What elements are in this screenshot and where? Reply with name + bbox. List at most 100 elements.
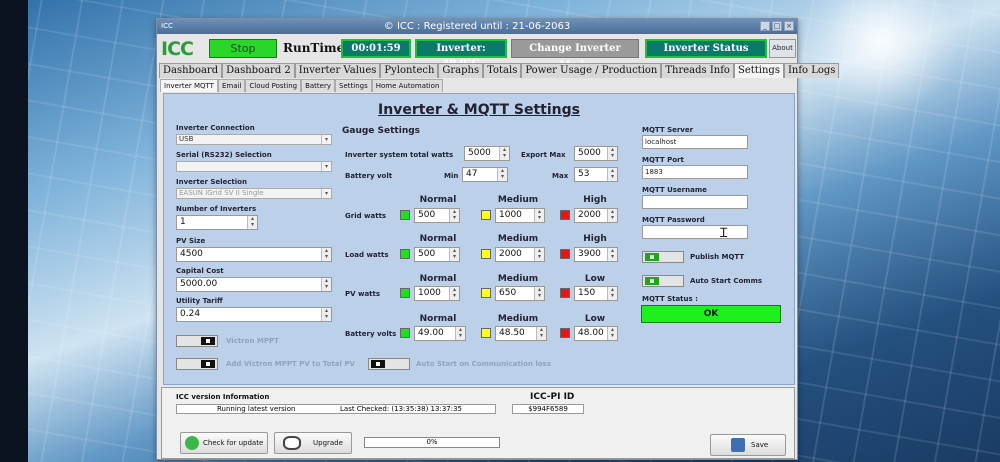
serial-label: Serial (RS232) Selection: [176, 151, 272, 159]
mqtt-password-input[interactable]: [642, 225, 748, 239]
inverter-connection-select[interactable]: USB ▾: [176, 134, 332, 145]
spinner-arrows-icon[interactable]: ▴ ▾: [499, 147, 509, 160]
high-color-swatch[interactable]: [560, 210, 570, 220]
spinner-arrows-icon[interactable]: ▴ ▾: [449, 209, 459, 222]
spinner-arrows-icon[interactable]: ▴ ▾: [534, 209, 544, 222]
medium-color-swatch[interactable]: [481, 328, 491, 338]
maximize-button[interactable]: □: [772, 21, 782, 31]
subtab-home-automation[interactable]: Home Automation: [371, 79, 444, 92]
mqtt-port-input[interactable]: 1883: [642, 165, 748, 179]
upgrade-button[interactable]: Upgrade: [274, 432, 352, 454]
tab-pylontech[interactable]: Pylontech: [380, 63, 439, 78]
tab-settings[interactable]: Settings: [733, 63, 784, 78]
spinner-arrows-icon[interactable]: ▴ ▾: [321, 308, 331, 321]
minimize-button[interactable]: _: [760, 21, 770, 31]
pv-normal-spinner[interactable]: 1000 ▴ ▾: [414, 286, 460, 301]
medium-color-swatch[interactable]: [481, 249, 491, 259]
load-normal-spinner[interactable]: 500 ▴ ▾: [414, 247, 460, 262]
battery-normal-spinner[interactable]: 49.00 ▴ ▾: [414, 326, 466, 341]
inverter-selection-select[interactable]: EASUN IGrid SV II Single ▾: [176, 188, 332, 199]
grid-medium-spinner[interactable]: 1000 ▴ ▾: [495, 208, 545, 223]
spinner-arrows-icon[interactable]: ▴ ▾: [536, 327, 546, 340]
normal-color-swatch[interactable]: [400, 328, 410, 338]
publish-mqtt-toggle[interactable]: [642, 251, 684, 263]
spinner-arrows-icon[interactable]: ▴ ▾: [607, 209, 617, 222]
grid-high-spinner[interactable]: 2000 ▴ ▾: [574, 208, 618, 223]
spinner-arrows-icon[interactable]: ▴ ▾: [497, 168, 507, 181]
subtab-cloud-posting[interactable]: Cloud Posting: [245, 79, 302, 92]
tab-graphs[interactable]: Graphs: [438, 63, 484, 78]
normal-color-swatch[interactable]: [400, 288, 410, 298]
inverter-connection-label: Inverter Connection: [176, 124, 255, 132]
normal-color-swatch[interactable]: [400, 249, 410, 259]
low-color-swatch[interactable]: [560, 328, 570, 338]
serial-select[interactable]: ▾: [176, 161, 332, 172]
grid-normal-spinner[interactable]: 500 ▴ ▾: [414, 208, 460, 223]
stop-button[interactable]: Stop: [209, 39, 277, 58]
close-button[interactable]: ×: [784, 21, 794, 31]
mqtt-username-input[interactable]: [642, 195, 748, 209]
add-victron-toggle[interactable]: [176, 358, 218, 370]
tab-threads-info[interactable]: Threads Info: [661, 63, 734, 78]
pv-medium-spinner[interactable]: 650 ▴ ▾: [495, 286, 545, 301]
medium-color-swatch[interactable]: [481, 210, 491, 220]
spinner-arrows-icon[interactable]: ▴ ▾: [607, 287, 617, 300]
subtab-email[interactable]: Email: [217, 79, 246, 92]
high-color-swatch[interactable]: [560, 249, 570, 259]
mqtt-server-input[interactable]: localhost: [642, 135, 748, 149]
spinner-arrows-icon[interactable]: ▴ ▾: [607, 327, 617, 340]
pv-low-spinner[interactable]: 150 ▴ ▾: [574, 286, 618, 301]
utility-tariff-spinner[interactable]: 0.24 ▴ ▾: [176, 307, 332, 322]
grid-watts-label: Grid watts: [345, 212, 387, 220]
battery-medium-spinner[interactable]: 48.50 ▴ ▾: [495, 326, 547, 341]
about-button[interactable]: About: [769, 39, 796, 58]
utility-tariff-label: Utility Tariff: [176, 297, 223, 305]
tab-totals[interactable]: Totals: [483, 63, 522, 78]
spinner-arrows-icon[interactable]: ▴ ▾: [321, 248, 331, 261]
change-inverter-mode-button[interactable]: Change Inverter Mode: [511, 39, 639, 71]
inverter-status-button[interactable]: Inverter Status: [645, 39, 767, 58]
battery-low-spinner[interactable]: 48.00 ▴ ▾: [574, 326, 618, 341]
version-status: Running latest version: [217, 405, 296, 413]
capital-cost-value: 5000.00: [180, 279, 218, 289]
low-color-swatch[interactable]: [560, 288, 570, 298]
spinner-arrows-icon[interactable]: ▴ ▾: [607, 248, 617, 261]
normal-color-swatch[interactable]: [400, 210, 410, 220]
load-medium-spinner[interactable]: 2000 ▴ ▾: [495, 247, 545, 262]
num-inverters-spinner[interactable]: 1 ▴ ▾: [176, 215, 258, 230]
spinner-arrows-icon[interactable]: ▴ ▾: [247, 216, 257, 229]
tab-dashboard[interactable]: Dashboard: [159, 63, 223, 78]
spinner-arrows-icon[interactable]: ▴ ▾: [607, 168, 617, 181]
spinner-arrows-icon[interactable]: ▴ ▾: [534, 287, 544, 300]
export-max-spinner[interactable]: 5000 ▴ ▾: [574, 146, 618, 161]
subtab-settings[interactable]: Settings: [335, 79, 372, 92]
tab-power-usage[interactable]: Power Usage / Production: [521, 63, 662, 78]
subtab-battery[interactable]: Battery: [301, 79, 336, 92]
tab-dashboard-2[interactable]: Dashboard 2: [222, 63, 295, 78]
total-watts-spinner[interactable]: 5000 ▴ ▾: [464, 146, 510, 161]
spinner-arrows-icon[interactable]: ▴ ▾: [455, 327, 465, 340]
battery-min-spinner[interactable]: 47 ▴ ▾: [462, 167, 508, 182]
spinner-arrows-icon[interactable]: ▴ ▾: [607, 147, 617, 160]
load-high-spinner[interactable]: 3900 ▴ ▾: [574, 247, 618, 262]
spinner-arrows-icon[interactable]: ▴ ▾: [449, 287, 459, 300]
medium-color-swatch[interactable]: [481, 288, 491, 298]
tab-inverter-values[interactable]: Inverter Values: [294, 63, 381, 78]
battery-volt-label: Battery volt: [345, 172, 393, 180]
upgrade-label: Upgrade: [313, 439, 343, 447]
capital-cost-spinner[interactable]: 5000.00 ▴ ▾: [176, 277, 332, 292]
auto-start-comms-toggle[interactable]: [642, 275, 684, 287]
tab-info-logs[interactable]: Info Logs: [783, 63, 840, 78]
save-button[interactable]: Save: [710, 434, 786, 456]
pv-size-spinner[interactable]: 4500 ▴ ▾: [176, 247, 332, 262]
subtab-inverter-mqtt[interactable]: Inverter MQTT: [160, 79, 218, 92]
victron-mppt-toggle[interactable]: [176, 335, 218, 347]
check-for-update-button[interactable]: Check for update: [180, 432, 268, 454]
window-titlebar[interactable]: ICC © ICC : Registered until : 21-06-206…: [157, 19, 797, 34]
battery-max-spinner[interactable]: 53 ▴ ▾: [574, 167, 618, 182]
spinner-arrows-icon[interactable]: ▴ ▾: [534, 248, 544, 261]
spinner-arrows-icon[interactable]: ▴ ▾: [449, 248, 459, 261]
auto-start-comm-loss-toggle[interactable]: [368, 358, 410, 370]
total-watts-label: Inverter system total watts: [345, 151, 454, 159]
spinner-arrows-icon[interactable]: ▴ ▾: [321, 278, 331, 291]
